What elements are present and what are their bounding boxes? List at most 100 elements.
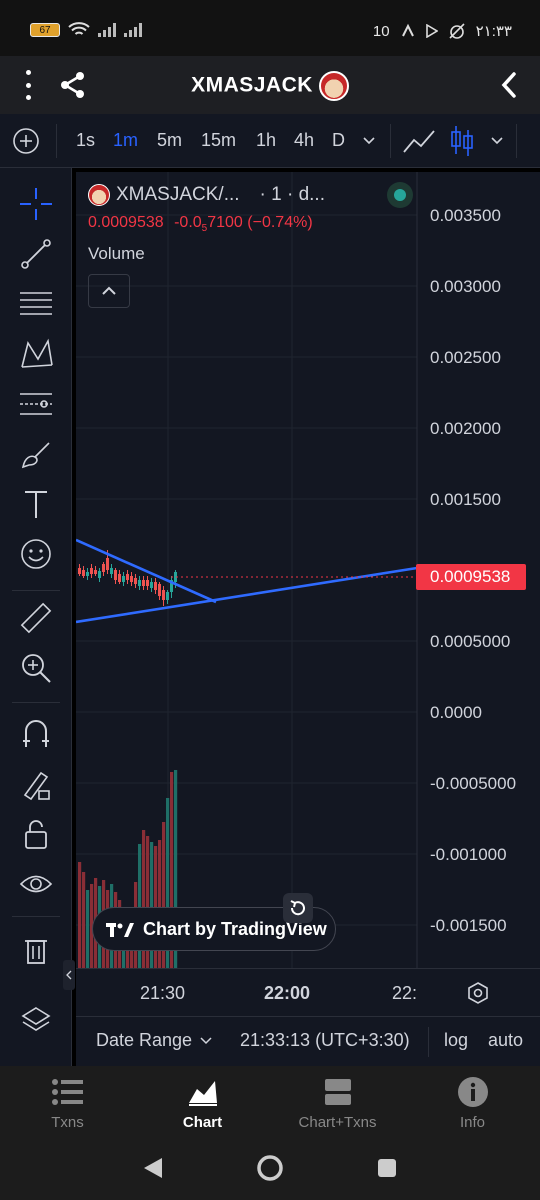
layers-icon[interactable] — [16, 1000, 56, 1040]
recents-square-icon[interactable] — [376, 1157, 398, 1179]
forecast-tool-icon[interactable] — [16, 384, 56, 424]
nav-chart[interactable]: Chart — [135, 1076, 270, 1131]
chart-clock[interactable]: 21:33:13 (UTC+3:30) — [240, 1030, 410, 1051]
timeframe-5m[interactable]: 5m — [157, 130, 182, 151]
line-chart-icon[interactable] — [402, 126, 436, 156]
time-axis[interactable]: 21:30 22:00 22: — [76, 968, 540, 1016]
price-tick: 0.0000 — [430, 703, 482, 722]
market-status-icon — [387, 182, 413, 208]
chart-settings-icon[interactable] — [466, 981, 490, 1005]
nav-txns-label: Txns — [51, 1114, 84, 1131]
list-icon — [51, 1079, 83, 1105]
time-tick: 22: — [392, 983, 417, 1003]
zoom-in-icon[interactable] — [16, 648, 56, 688]
candle-body — [86, 572, 89, 576]
timeframe-1h[interactable]: 1h — [256, 130, 276, 151]
log-scale-toggle[interactable]: log — [444, 1030, 468, 1051]
nav-info-label: Info — [459, 1114, 486, 1131]
candlestick-icon[interactable] — [450, 124, 474, 158]
collapse-legend-button[interactable] — [88, 274, 130, 309]
system-navigation — [0, 1138, 540, 1200]
reset-icon — [290, 900, 305, 916]
timeframe-1m[interactable]: 1m — [113, 130, 138, 151]
current-price-label: 0.0009538 — [430, 567, 511, 586]
candle-body — [94, 570, 97, 574]
split-view-icon — [324, 1079, 351, 1105]
timeframe-1s[interactable]: 1s — [76, 130, 95, 151]
info-icon — [457, 1077, 488, 1107]
chart-area-icon — [188, 1081, 217, 1106]
nav-txns[interactable]: Txns — [0, 1076, 135, 1131]
candle-body — [154, 582, 157, 590]
unlock-icon[interactable] — [16, 814, 56, 854]
pattern-tool-icon[interactable] — [16, 334, 56, 374]
emoji-icon[interactable] — [16, 534, 56, 574]
price-change-percent: (−0.74%) — [247, 214, 313, 231]
ohlc-values: 0.0009538 -0.057100 (−0.74%) — [88, 214, 413, 234]
symbol-interval[interactable]: · 1 · d... — [260, 184, 325, 206]
clock: ۲۱:۳۳ — [475, 23, 512, 40]
app-header: XMASJACK — [0, 56, 540, 114]
signal-icon — [98, 23, 116, 37]
page-title: XMASJACK — [0, 71, 540, 101]
reset-chart-button[interactable] — [283, 893, 313, 923]
candle-body — [110, 568, 113, 574]
ruler-icon[interactable] — [16, 598, 56, 638]
timeframe-4h[interactable]: 4h — [294, 130, 314, 151]
eye-icon[interactable] — [16, 864, 56, 904]
crosshair-icon[interactable] — [16, 184, 56, 224]
chevron-left-icon — [66, 970, 72, 980]
home-circle-icon[interactable] — [256, 1154, 284, 1182]
candle-body — [138, 580, 141, 586]
chevron-right-icon[interactable] — [496, 70, 522, 100]
candle-body — [118, 574, 121, 582]
timeframe-d[interactable]: D — [332, 130, 345, 151]
fib-retracement-icon[interactable] — [16, 284, 56, 324]
price-tick: 0.001500 — [430, 490, 501, 509]
trash-icon[interactable] — [16, 930, 56, 970]
candle-body — [102, 564, 105, 572]
volume-bar — [86, 890, 90, 968]
add-indicator-icon[interactable] — [12, 127, 40, 155]
tradingview-logo-icon — [106, 923, 134, 937]
nav-chart-txns[interactable]: Chart+Txns — [270, 1076, 405, 1131]
back-triangle-icon[interactable] — [142, 1156, 164, 1180]
candle-body — [106, 558, 109, 570]
auto-scale-toggle[interactable]: auto — [488, 1030, 523, 1051]
price-tick: 0.002000 — [430, 419, 501, 438]
candle-body — [78, 568, 81, 574]
price-tick: -0.0005000 — [430, 774, 516, 793]
timeframe-chevron-down-icon[interactable] — [362, 136, 376, 146]
candle-body — [126, 574, 129, 580]
collapse-toolbar-handle[interactable] — [63, 960, 75, 990]
price-tick: 0.003500 — [430, 206, 501, 225]
nav-info[interactable]: Info — [405, 1076, 540, 1131]
date-range-label: Date Range — [96, 1030, 193, 1050]
price-change-digits: 7100 — [207, 214, 243, 231]
timeframe-toolbar: 1s 1m 5m 15m 1h 4h D — [0, 114, 540, 168]
nav-chart-label: Chart — [182, 1114, 223, 1131]
trend-line-icon[interactable] — [16, 234, 56, 274]
candle-body — [158, 584, 161, 596]
battery-level: 67 — [39, 24, 51, 36]
price-change: -0.057100 — [174, 214, 243, 234]
nav-chart-txns-label: Chart+Txns — [298, 1114, 377, 1131]
candle-body — [150, 582, 153, 588]
candle-body — [162, 590, 165, 600]
play-icon — [425, 24, 438, 38]
timeframe-15m[interactable]: 15m — [201, 130, 236, 151]
lock-drawings-icon[interactable] — [16, 764, 56, 804]
candle-body — [142, 580, 145, 586]
volume-label[interactable]: Volume — [88, 244, 413, 264]
candle-body — [134, 578, 137, 584]
symbol-name[interactable]: XMASJACK/... — [116, 184, 240, 206]
chart-type-chevron-down-icon[interactable] — [490, 136, 504, 146]
network-indicator: 10 — [372, 22, 390, 40]
brush-icon[interactable] — [16, 434, 56, 474]
text-tool-icon[interactable] — [16, 484, 56, 524]
chart-area[interactable]: 0.003500 0.003000 0.002500 0.002000 0.001500… — [76, 172, 540, 968]
date-range-button[interactable]: Date Range — [96, 1030, 212, 1051]
volume-bar — [82, 872, 86, 968]
candle-body — [90, 568, 93, 574]
magnet-icon[interactable] — [16, 714, 56, 754]
